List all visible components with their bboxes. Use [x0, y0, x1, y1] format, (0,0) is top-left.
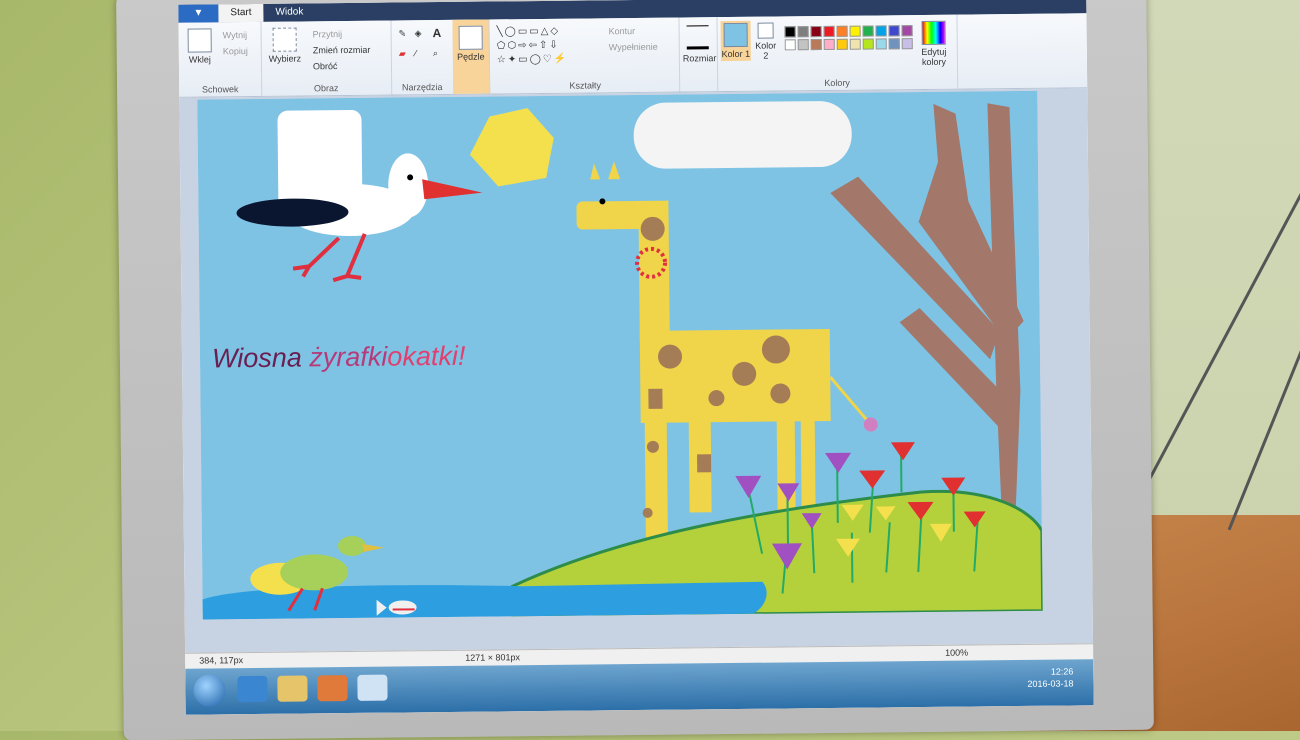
- caption-word-giraffes: żyrafki: [309, 341, 388, 373]
- paint-icon[interactable]: [357, 674, 388, 701]
- group-size: Rozmiar: [678, 17, 719, 92]
- resize-button[interactable]: Zmień rozmiar: [313, 45, 371, 56]
- palette-swatch[interactable]: [823, 25, 835, 38]
- color1-swatch: [723, 22, 748, 48]
- palette-swatch[interactable]: [888, 38, 900, 50]
- cursor-position: 384, 117px: [199, 655, 244, 666]
- palette-swatch[interactable]: [862, 38, 874, 50]
- caption-word-flowers: okatki!: [387, 340, 466, 372]
- tab-view[interactable]: Widok: [263, 3, 315, 22]
- clock-date: 2016-03-18: [1027, 678, 1074, 689]
- screen: ▼ Start Widok Wklej Wytnij Kopiuj Schowe…: [178, 0, 1094, 715]
- canvas-dimensions: 1271 × 801px: [465, 652, 521, 663]
- shapes-gallery[interactable]: ╲◯▭▭△◇ ⬠⬡⇨⇦⇧⇩ ☆✦▭◯♡⚡: [497, 25, 569, 68]
- palette-swatch[interactable]: [797, 39, 809, 51]
- fill-icon[interactable]: ◈: [415, 28, 422, 39]
- eraser-icon[interactable]: ▰: [399, 48, 406, 59]
- palette-swatch[interactable]: [862, 25, 874, 37]
- canvas-caption: Wiosna żyrafkiokatki!: [212, 341, 466, 375]
- clipboard-icon: [187, 28, 212, 53]
- fill-button[interactable]: Wypełnienie: [609, 42, 658, 53]
- palette-swatch[interactable]: [823, 38, 835, 51]
- paste-button[interactable]: Wklej: [185, 28, 215, 65]
- image-group-label: Obraz: [313, 83, 339, 94]
- start-button[interactable]: [193, 674, 226, 707]
- color1-button[interactable]: Kolor 1: [720, 20, 751, 62]
- group-tools: ✎ ◈ A ▰ ⁄ ⌕ Narzędzia: [390, 19, 455, 95]
- shapes-group-label: Kształty: [569, 80, 601, 91]
- text-icon[interactable]: A: [433, 26, 442, 40]
- edit-colors-label: Edytuj kolory: [921, 46, 947, 67]
- ribbon: Wklej Wytnij Kopiuj Schowek Wybierz Przy…: [178, 13, 1088, 98]
- palette-swatch[interactable]: [836, 38, 848, 50]
- palette-swatch[interactable]: [836, 25, 848, 37]
- palette-swatch[interactable]: [784, 26, 796, 38]
- palette-swatch[interactable]: [810, 39, 822, 51]
- edit-colors-button[interactable]: Edytuj kolory: [917, 20, 951, 67]
- cloud: [633, 101, 852, 169]
- magnifier-icon[interactable]: ⌕: [433, 48, 438, 59]
- rotate-button[interactable]: Obróć: [313, 61, 338, 71]
- clock-time: 12:26: [1050, 666, 1074, 677]
- color2-label: Kolor 2: [755, 40, 777, 61]
- caption-word-spring: Wiosna: [211, 342, 302, 374]
- palette-swatch[interactable]: [849, 25, 861, 37]
- canvas-area: Wiosna żyrafkiokatki!: [179, 88, 1094, 653]
- media-player-icon[interactable]: [317, 675, 348, 702]
- color2-swatch: [757, 22, 774, 39]
- group-image: Wybierz Przytnij Zmień rozmiar Obróć Obr…: [260, 20, 393, 96]
- paste-label: Wklej: [188, 54, 211, 65]
- color2-button[interactable]: Kolor 2: [753, 22, 779, 61]
- palette-swatch[interactable]: [875, 25, 887, 37]
- group-clipboard: Wklej Wytnij Kopiuj Schowek: [178, 21, 263, 97]
- select-icon: [272, 27, 297, 52]
- size-button[interactable]: Rozmiar: [683, 25, 716, 63]
- colors-group-label: Kolory: [824, 77, 850, 89]
- folder-icon[interactable]: [277, 675, 308, 702]
- palette-swatch[interactable]: [901, 38, 913, 50]
- ie-icon[interactable]: [237, 675, 268, 703]
- system-tray[interactable]: 12:26 2016-03-18: [1027, 665, 1073, 689]
- palette-swatch[interactable]: [888, 25, 900, 37]
- group-colors: Kolor 1 Kolor 2 Edytuj kolory Kolory: [716, 14, 959, 92]
- tab-home[interactable]: Start: [218, 3, 264, 23]
- app-menu-button[interactable]: ▼: [178, 4, 219, 23]
- palette-swatch[interactable]: [875, 38, 887, 50]
- size-label: Rozmiar: [682, 53, 717, 64]
- pencil-icon[interactable]: ✎: [399, 28, 407, 39]
- copy-button[interactable]: Kopiuj: [223, 46, 248, 56]
- color1-label: Kolor 1: [721, 48, 751, 60]
- palette-swatch[interactable]: [901, 25, 913, 37]
- group-shapes: ╲◯▭▭△◇ ⬠⬡⇨⇦⇧⇩ ☆✦▭◯♡⚡ Kontur Wypełnienie Ks…: [490, 17, 681, 94]
- tools-group-label: Narzędzia: [401, 82, 443, 93]
- group-brushes: Pędzle: [452, 19, 491, 94]
- taskbar: 12:26 2016-03-18: [185, 659, 1094, 715]
- crop-button[interactable]: Przytnij: [313, 29, 343, 39]
- cut-button[interactable]: Wytnij: [223, 30, 248, 40]
- ribbon-tabs: ▼ Start Widok: [178, 3, 315, 23]
- palette-swatch[interactable]: [810, 26, 822, 38]
- brushes-label: Pędzle: [457, 51, 485, 62]
- select-button[interactable]: Wybierz: [267, 27, 303, 64]
- palette-swatch[interactable]: [784, 39, 796, 51]
- palette-swatch[interactable]: [797, 26, 809, 38]
- brushes-button[interactable]: Pędzle: [457, 25, 485, 62]
- clipboard-group-label: Schowek: [201, 84, 239, 95]
- select-label: Wybierz: [268, 53, 302, 64]
- line-width-icon: [686, 25, 709, 50]
- palette-swatch[interactable]: [849, 38, 861, 50]
- outline-button[interactable]: Kontur: [609, 26, 636, 36]
- rainbow-icon: [921, 20, 946, 45]
- brush-icon: [458, 25, 483, 50]
- zoom-level: 100%: [945, 647, 969, 658]
- color-picker-icon[interactable]: ⁄: [415, 48, 417, 58]
